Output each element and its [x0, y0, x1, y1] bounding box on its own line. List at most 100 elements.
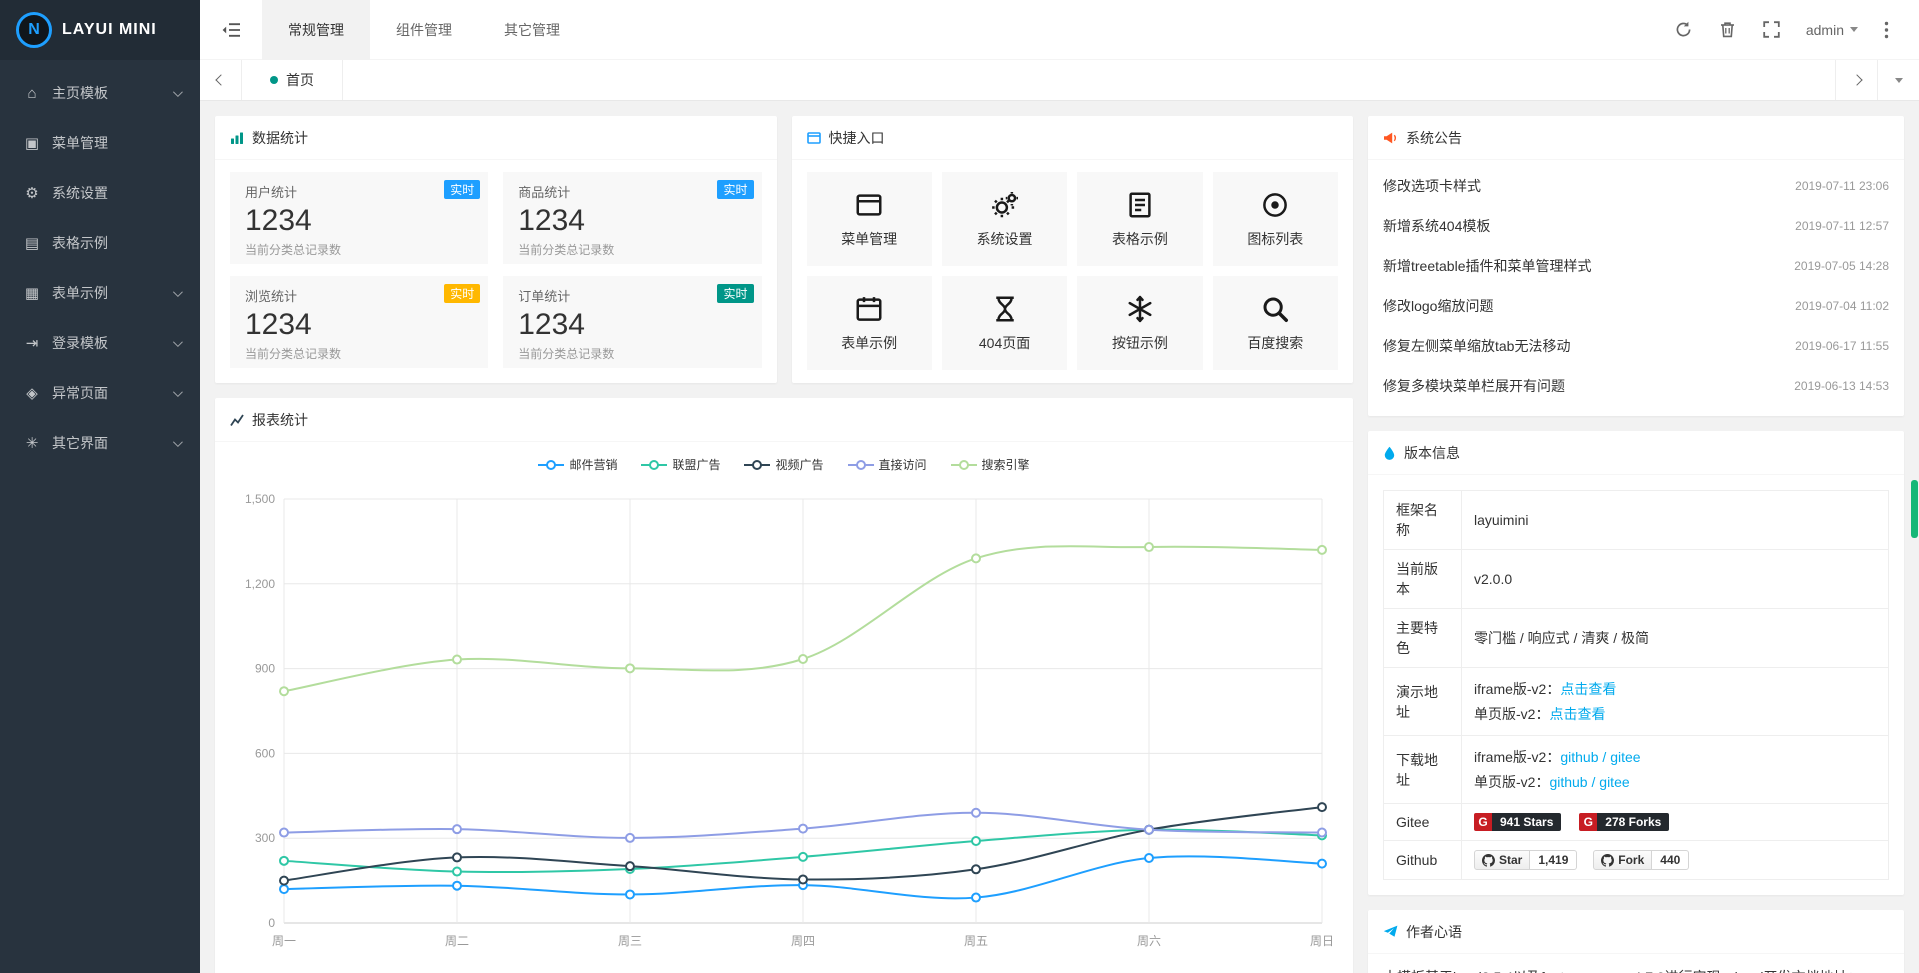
sidebar-item-login[interactable]: ⇥登录模板 [0, 318, 200, 368]
sidebar-toggle-button[interactable] [200, 0, 262, 60]
sidebar-item-label: 表格示例 [52, 233, 180, 253]
logo-letter: N [28, 21, 40, 39]
stats-card-header: 数据统计 [215, 116, 777, 160]
octocat-icon [1482, 854, 1495, 867]
notice-date: 2019-07-11 23:06 [1795, 179, 1889, 193]
notice-item[interactable]: 修改logo缩放问题2019-07-04 11:02 [1383, 286, 1889, 326]
quick-card-title: 快捷入口 [829, 128, 885, 148]
octocat-icon [1601, 854, 1614, 867]
legend-item[interactable]: 视频广告 [744, 456, 823, 473]
quick-item-label: 菜单管理 [841, 229, 897, 249]
quick-item-table[interactable]: 表格示例 [1077, 172, 1202, 266]
quick-entry-card: 快捷入口 菜单管理 系统设置表格示例图标列表表单示例404页面按钮示例百度搜索 [792, 116, 1354, 383]
snowflake-icon [1125, 293, 1155, 325]
version-card-title: 版本信息 [1404, 443, 1460, 463]
user-menu[interactable]: admin [1794, 22, 1870, 38]
legend-item[interactable]: 搜索引擎 [951, 456, 1030, 473]
legend-item[interactable]: 联盟广告 [641, 456, 720, 473]
gitee-stars-badge[interactable]: G941 Stars [1474, 813, 1561, 831]
notice-item[interactable]: 新增系统404模板2019-07-11 12:57 [1383, 206, 1889, 246]
file-icon [1125, 189, 1155, 221]
stat-box: 订单统计1234当前分类总记录数实时 [503, 276, 761, 368]
row-value: iframe版-v2：github / gitee 单页版-v2：github … [1462, 736, 1889, 804]
sidebar-item-menu[interactable]: ▣菜单管理 [0, 118, 200, 168]
stat-desc: 当前分类总记录数 [518, 241, 746, 258]
author-card-header: 作者心语 [1368, 910, 1904, 954]
quick-item-menu[interactable]: 菜单管理 [807, 172, 932, 266]
realtime-badge: 实时 [444, 180, 480, 199]
notice-item[interactable]: 修复多模块菜单栏展开有问题2019-06-13 14:53 [1383, 366, 1889, 406]
svg-text:周六: 周六 [1137, 934, 1161, 948]
notice-date: 2019-07-04 11:02 [1795, 299, 1889, 313]
sidebar-item-label: 主页模板 [52, 83, 173, 103]
report-card-header: 报表统计 [215, 398, 1353, 442]
table-row: Github Star1,419 Fork440 [1384, 841, 1889, 880]
demo-iframe-prefix: iframe版-v2： [1474, 681, 1560, 697]
gitee-forks-badge[interactable]: G278 Forks [1579, 813, 1669, 831]
github-fork-button[interactable]: Fork440 [1593, 850, 1689, 870]
sidebar-item-table[interactable]: ▤表格示例 [0, 218, 200, 268]
scrollbar-track[interactable] [1910, 0, 1919, 973]
header-tab-component[interactable]: 组件管理 [370, 0, 478, 60]
github-star-button[interactable]: Star1,419 [1474, 850, 1577, 870]
link-separator: / [1588, 774, 1600, 790]
svg-text:周三: 周三 [618, 934, 642, 948]
notice-item[interactable]: 新增treetable插件和菜单管理样式2019-07-05 14:28 [1383, 246, 1889, 286]
download-spa-gitee-link[interactable]: gitee [1599, 774, 1629, 790]
stat-title: 订单统计 [518, 286, 746, 305]
sidebar-item-misc[interactable]: ✳其它界面 [0, 418, 200, 468]
quick-item-baidu[interactable]: 百度搜索 [1213, 276, 1338, 370]
realtime-badge: 实时 [444, 284, 480, 303]
clear-cache-button[interactable] [1706, 21, 1749, 38]
download-iframe-gitee-link[interactable]: gitee [1610, 749, 1640, 765]
download-spa-github-link[interactable]: github [1549, 774, 1587, 790]
svg-text:0: 0 [268, 916, 275, 930]
table-row: 下载地址 iframe版-v2：github / gitee 单页版-v2：gi… [1384, 736, 1889, 804]
tab-scroll-right-button[interactable] [1835, 60, 1877, 100]
sidebar-item-label: 其它界面 [52, 433, 173, 453]
caret-down-icon [1850, 27, 1858, 36]
quick-item-icons[interactable]: 图标列表 [1213, 172, 1338, 266]
sidebar-item-settings[interactable]: ⚙系统设置 [0, 168, 200, 218]
stat-box: 用户统计1234当前分类总记录数实时 [230, 172, 488, 264]
demo-iframe-link[interactable]: 点击查看 [1560, 681, 1616, 697]
kebab-icon [1884, 21, 1889, 39]
fullscreen-icon [1763, 21, 1780, 38]
quick-item-label: 百度搜索 [1247, 333, 1303, 353]
version-body: 框架名称 layuimini 当前版本 v2.0.0 主要特色 零门槛 / 响应… [1368, 475, 1904, 895]
top-bar-actions: admin [1661, 21, 1919, 39]
header-tab-other[interactable]: 其它管理 [478, 0, 586, 60]
stats-bars-icon [230, 131, 244, 145]
notice-text: 修复左侧菜单缩放tab无法移动 [1383, 336, 1570, 356]
legend-item[interactable]: 邮件营销 [538, 456, 617, 473]
tab-home[interactable]: 首页 [242, 60, 343, 100]
download-iframe-github-link[interactable]: github [1560, 749, 1598, 765]
legend-item[interactable]: 直接访问 [848, 456, 927, 473]
sidebar-item-form[interactable]: ▦表单示例 [0, 268, 200, 318]
chevron-down-icon [173, 287, 183, 297]
window-icon [854, 189, 884, 221]
tab-scroll-left-button[interactable] [200, 60, 242, 100]
sidebar-item-error[interactable]: ◈异常页面 [0, 368, 200, 418]
brand[interactable]: N LAYUI MINI [0, 0, 200, 60]
quick-item-settings[interactable]: 系统设置 [942, 172, 1067, 266]
notice-item[interactable]: 修复左侧菜单缩放tab无法移动2019-06-17 11:55 [1383, 326, 1889, 366]
refresh-button[interactable] [1661, 21, 1706, 38]
stat-value: 1234 [245, 203, 473, 239]
paper-plane-icon [1383, 925, 1398, 939]
svg-text:900: 900 [255, 662, 275, 676]
more-menu-button[interactable] [1870, 21, 1903, 39]
header-tab-regular[interactable]: 常规管理 [262, 0, 370, 60]
sidebar-item-home[interactable]: ⌂主页模板 [0, 68, 200, 118]
row-value: Star1,419 Fork440 [1462, 841, 1889, 880]
quick-item-notfound[interactable]: 404页面 [942, 276, 1067, 370]
notice-date: 2019-07-05 14:28 [1794, 259, 1889, 273]
demo-spa-link[interactable]: 点击查看 [1549, 706, 1605, 722]
quick-item-form[interactable]: 表单示例 [807, 276, 932, 370]
error-page-icon: ◈ [20, 384, 44, 402]
fullscreen-button[interactable] [1749, 21, 1794, 38]
sidebar-item-label: 菜单管理 [52, 133, 180, 153]
quick-item-button[interactable]: 按钮示例 [1077, 276, 1202, 370]
scrollbar-thumb[interactable] [1911, 480, 1918, 538]
notice-item[interactable]: 修改选项卡样式2019-07-11 23:06 [1383, 166, 1889, 206]
